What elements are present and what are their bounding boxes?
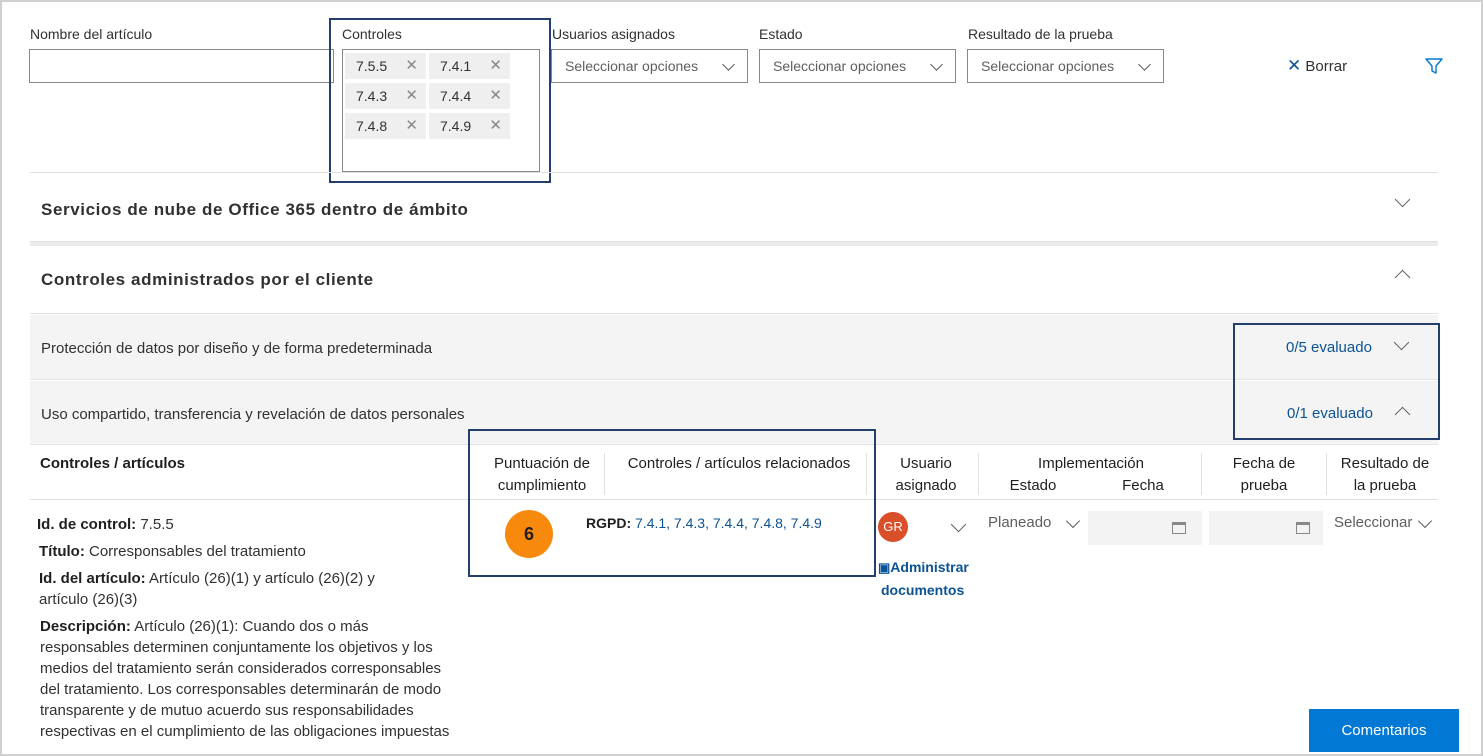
description-line: medios del tratamiento serán considerado… [40,660,442,677]
status-dropdown[interactable]: Seleccionar opciones [759,49,956,83]
impl-status-value: Planeado [988,514,1052,531]
control-details: Id. de control: 7.5.5 Título: Correspons… [37,514,482,742]
related-callout [468,429,876,577]
test-result-select[interactable]: Seleccionar [1334,514,1416,531]
test-result-placeholder: Seleccionar opciones [981,58,1115,74]
status-label: Estado [759,26,803,42]
impl-date-picker[interactable] [1088,511,1202,545]
col-impl-status: Estado [1009,477,1057,494]
test-date-picker[interactable] [1209,511,1323,545]
description-line: del tratamiento. Los corresponsables det… [40,681,442,698]
impl-status-dropdown[interactable]: Planeado [988,514,1051,531]
filter-icon[interactable] [1425,57,1443,75]
status-placeholder: Seleccionar opciones [773,58,907,74]
customer-controls-section[interactable]: Controles administrados por el cliente [30,246,1438,314]
office-services-section[interactable]: Servicios de nube de Office 365 dentro d… [30,172,1438,242]
users-placeholder: Seleccionar opciones [565,58,699,74]
clear-button[interactable]: ✕ Borrar [1287,56,1347,76]
chevron-down-icon [1138,58,1151,71]
description-label: Descripción: [40,618,131,635]
document-icon: ▣ [878,560,891,575]
group-title: Uso compartido, transferencia y revelaci… [41,406,465,423]
article-id-label: Id. del artículo: [39,570,146,587]
divider [978,453,979,495]
article-name-input[interactable] [29,49,334,83]
close-icon: ✕ [1287,56,1302,75]
calendar-icon [1296,522,1310,534]
divider [1201,453,1202,495]
description-line: respectivas en el cumplimiento de las ob… [40,723,450,740]
col-impl-date: Fecha [1122,477,1164,494]
col-user: Usuario asignado [895,455,957,494]
group-title: Protección de datos por diseño y de form… [41,340,433,357]
section-title: Servicios de nube de Office 365 dentro d… [41,200,469,219]
description-line: Artículo (26)(1): Cuando dos o más [130,618,369,635]
col-test-result: Resultado de la prueba [1340,455,1430,494]
chevron-down-icon [930,58,943,71]
col-implementation: Implementación [1038,455,1144,472]
article-id-continued: artículo (26)(3) [39,591,138,608]
control-title: Corresponsables del tratamiento [89,543,306,560]
control-id: 7.5.5 [140,516,174,533]
chevron-down-icon [722,58,735,71]
control-id-label: Id. de control: [37,516,137,533]
chevron-down-icon[interactable] [1394,191,1411,208]
manage-documents-link[interactable]: ▣Administrar documentos [878,556,969,601]
test-result-dropdown[interactable]: Seleccionar opciones [967,49,1164,83]
description-line: transparente y de mutuo acuerdo sus resp… [40,702,414,719]
col-test-date: Fecha de prueba [1232,455,1296,494]
col-controls: Controles / artículos [40,455,186,472]
controls-callout [329,18,551,183]
group-privacy-by-design[interactable]: Protección de datos por diseño y de form… [30,315,1438,380]
status-callout [1233,323,1440,440]
divider [1326,453,1327,495]
users-dropdown[interactable]: Seleccionar opciones [551,49,748,83]
article-id: Artículo (26)(1) y artículo (26)(2) y [149,570,375,587]
article-name-label: Nombre del artículo [30,26,153,42]
test-result-label: Resultado de la prueba [968,26,1113,42]
chevron-up-icon[interactable] [1394,269,1411,286]
users-label: Usuarios asignados [552,26,675,42]
section-title: Controles administrados por el cliente [41,270,374,289]
avatar[interactable]: GR [878,512,908,542]
feedback-button[interactable]: Comentarios [1309,709,1459,752]
calendar-icon [1172,522,1186,534]
description-line: responsables determinen conjuntamente lo… [40,639,433,656]
clear-label: Borrar [1305,58,1348,75]
title-label: Título: [39,543,85,560]
